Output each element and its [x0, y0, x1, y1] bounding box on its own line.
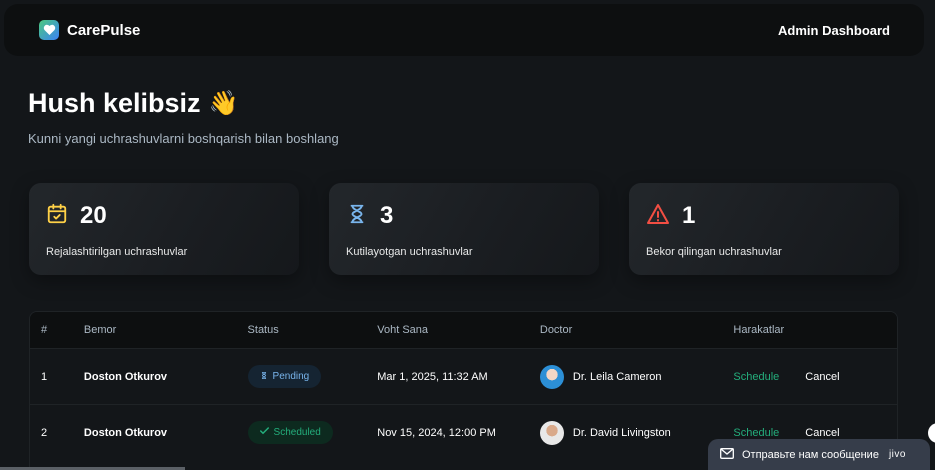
- column-header-patient: Bemor: [83, 324, 117, 336]
- chat-widget-text: Отправьте нам сообщение: [742, 448, 879, 461]
- stat-card-scheduled: 20 Rejalashtirilgan uchrashuvlar: [29, 183, 299, 275]
- column-header-date: Voht Sana: [377, 324, 429, 336]
- column-header-actions: Harakatlar: [733, 324, 785, 336]
- avatar: [539, 364, 564, 389]
- top-header: CarePulse Admin Dashboard: [4, 4, 924, 56]
- greeting-text: Hush kelibsiz: [28, 88, 201, 118]
- stat-count: 3: [380, 202, 394, 229]
- envelope-icon: [720, 447, 734, 462]
- hourglass-icon: [260, 371, 268, 383]
- stat-card-pending: 3 Kutilayotgan uchrashuvlar: [329, 183, 599, 275]
- page-title: Hush kelibsiz 👋: [28, 88, 238, 119]
- column-header-status: Status: [247, 324, 279, 336]
- brand-name: CarePulse: [67, 21, 141, 39]
- status-badge: Scheduled: [247, 421, 333, 444]
- patient-name: Doston Otkurov: [83, 370, 168, 383]
- brand[interactable]: CarePulse: [39, 20, 140, 40]
- stat-label: Rejalashtirilgan uchrashuvlar: [46, 246, 188, 258]
- check-icon: [259, 427, 269, 438]
- hourglass-icon: [346, 203, 368, 230]
- admin-dashboard-link[interactable]: Admin Dashboard: [778, 23, 890, 38]
- stat-card-cancelled: 1 Bekor qilingan uchrashuvlar: [629, 183, 899, 275]
- row-number: 1: [41, 370, 48, 383]
- stat-count: 20: [80, 202, 107, 229]
- stat-label: Bekor qilingan uchrashuvlar: [646, 246, 782, 258]
- appointment-date: Nov 15, 2024, 12:00 PM: [377, 426, 496, 439]
- column-header-doctor: Doctor: [539, 324, 573, 336]
- schedule-button[interactable]: Schedule: [733, 371, 779, 383]
- jivo-logo: jivo: [888, 449, 906, 460]
- table-header: # Bemor Status Voht Sana Doctor Harakatl…: [30, 312, 897, 348]
- waving-hand-emoji: 👋: [208, 90, 239, 117]
- appointment-date: Mar 1, 2025, 11:32 AM: [377, 370, 488, 383]
- calendar-check-icon: [46, 203, 68, 230]
- patient-name: Doston Otkurov: [83, 426, 168, 439]
- stat-count: 1: [682, 202, 696, 229]
- table-row: 1 Doston Otkurov Pending Mar 1, 2025, 11…: [30, 348, 897, 404]
- doctor-name: Dr. David Livingston: [572, 426, 671, 439]
- chat-widget[interactable]: Отправьте нам сообщение jivo: [708, 439, 930, 470]
- schedule-button[interactable]: Schedule: [733, 427, 779, 439]
- column-header-number: #: [41, 324, 48, 336]
- page-subtitle: Kunni yangi uchrashuvlarni boshqarish bi…: [28, 131, 339, 146]
- row-number: 2: [41, 426, 48, 439]
- cancel-button[interactable]: Cancel: [805, 427, 839, 439]
- warning-icon: [646, 203, 670, 230]
- status-text: Pending: [272, 371, 310, 382]
- doctor-name: Dr. Leila Cameron: [572, 370, 662, 383]
- stat-label: Kutilayotgan uchrashuvlar: [346, 246, 473, 258]
- status-badge: Pending: [247, 365, 322, 388]
- carepulse-logo-icon: [39, 20, 59, 40]
- avatar: [539, 420, 564, 445]
- cancel-button[interactable]: Cancel: [805, 371, 839, 383]
- floating-action-button[interactable]: [928, 423, 935, 443]
- status-text: Scheduled: [273, 427, 321, 438]
